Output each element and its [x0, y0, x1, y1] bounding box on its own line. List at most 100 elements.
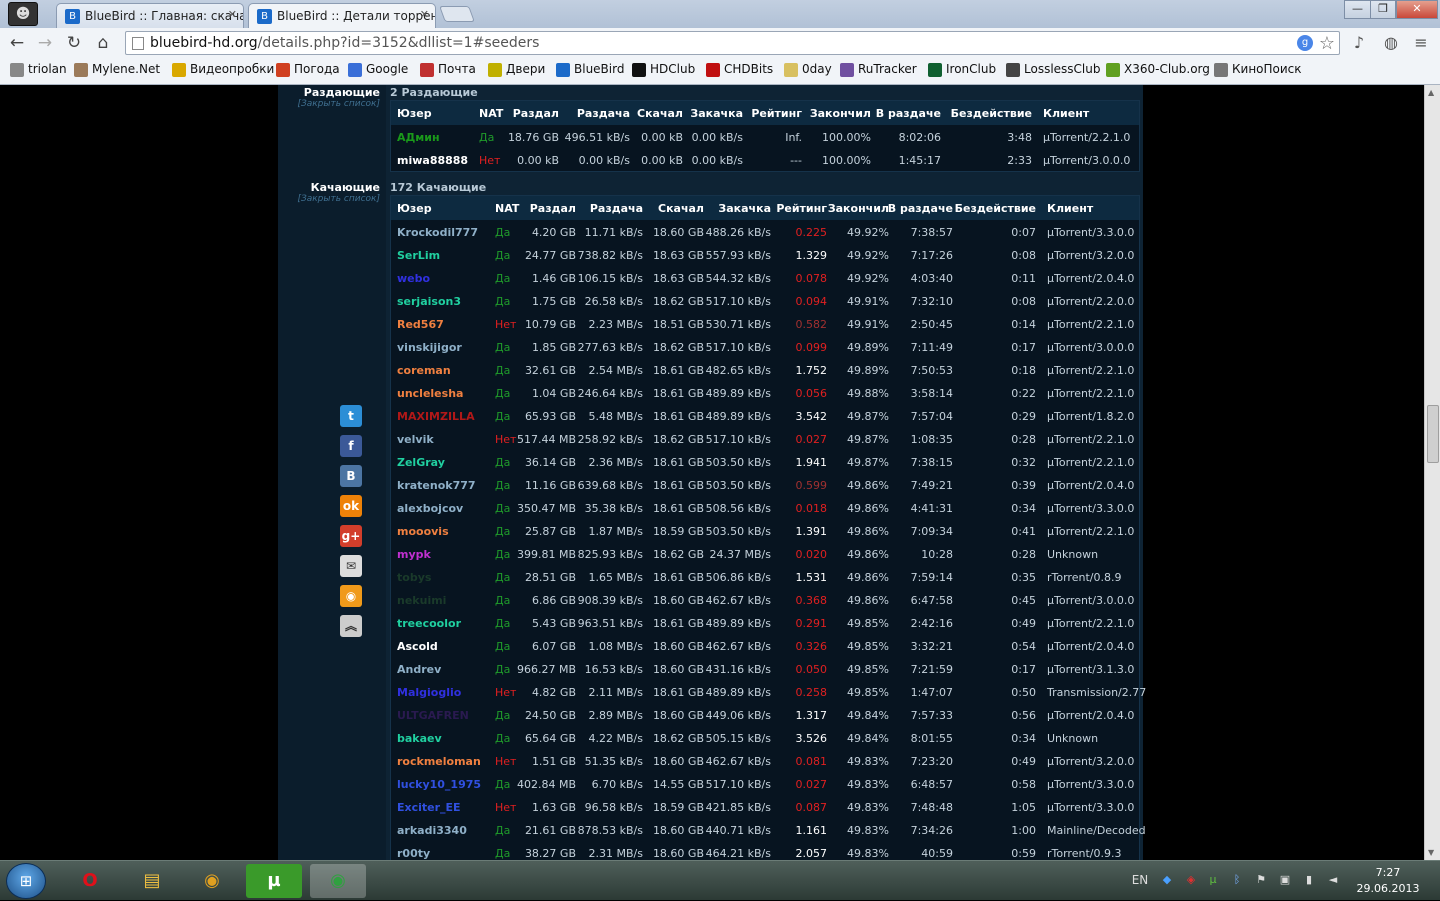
rss-icon[interactable]: ◉ [340, 585, 362, 607]
menu-icon[interactable]: ≡ [1410, 33, 1432, 53]
user-link[interactable]: Malgioglio [397, 686, 461, 699]
flag-icon[interactable]: ⚑ [1254, 873, 1268, 887]
user-link[interactable]: Exciter_EE [397, 801, 461, 814]
bookmark-3[interactable]: Погода [276, 62, 340, 80]
column-header[interactable]: Бездействие [955, 202, 1036, 215]
tab-details[interactable]: B BlueBird :: Детали торрен ✕ [248, 3, 436, 28]
column-header[interactable]: Раздача [590, 202, 643, 215]
user-link[interactable]: unclelesha [397, 387, 463, 400]
antivirus-icon[interactable]: ◈ [1184, 873, 1198, 887]
seeders-close-list-link[interactable]: [Закрыть список] [280, 99, 380, 109]
bookmark-11[interactable]: RuTracker [840, 62, 917, 80]
googleplus-icon[interactable]: g+ [340, 525, 362, 547]
bookmark-8[interactable]: HDClub [632, 62, 695, 80]
bookmark-4[interactable]: Google [348, 62, 408, 80]
bookmark-13[interactable]: LosslessClub [1006, 62, 1100, 80]
column-header[interactable]: Раздал [530, 202, 576, 215]
column-header[interactable]: Юзер [397, 202, 432, 215]
column-header[interactable]: Раздал [513, 107, 559, 120]
column-header[interactable]: Рейтинг [751, 107, 802, 120]
column-header[interactable]: NAT [479, 107, 503, 120]
bookmark-0[interactable]: triolan [10, 62, 67, 80]
close-tab-icon[interactable]: ✕ [420, 8, 429, 21]
user-link[interactable]: Red567 [397, 318, 444, 331]
column-header[interactable]: Клиент [1047, 202, 1093, 215]
profile-avatar[interactable]: ☻ [8, 2, 38, 26]
column-header[interactable]: Юзер [397, 107, 432, 120]
bookmark-15[interactable]: КиноПоиск [1214, 62, 1302, 80]
column-header[interactable]: Клиент [1043, 107, 1089, 120]
explorer-app[interactable]: ▤ [124, 864, 180, 898]
vertical-scrollbar[interactable]: ▲ ▼ [1424, 85, 1440, 860]
column-header[interactable]: Бездействие [951, 107, 1032, 120]
user-link[interactable]: АДмин [397, 131, 440, 144]
user-link[interactable]: SerLim [397, 249, 440, 262]
maximize-button[interactable]: ❐ [1370, 0, 1396, 19]
user-link[interactable]: arkadi3340 [397, 824, 467, 837]
user-link[interactable]: bakaev [397, 732, 442, 745]
user-link[interactable]: vinskijigor [397, 341, 462, 354]
language-indicator[interactable]: EN [1128, 873, 1152, 887]
scroll-top-icon[interactable]: ︽ [340, 615, 362, 637]
column-header[interactable]: Закачка [718, 202, 771, 215]
scroll-thumb[interactable] [1427, 405, 1439, 463]
user-link[interactable]: velvik [397, 433, 434, 446]
opera-app[interactable]: O [62, 864, 118, 898]
user-link[interactable]: ZelGray [397, 456, 445, 469]
bookmark-10[interactable]: 0day [784, 62, 832, 80]
column-header[interactable]: Скачал [637, 107, 683, 120]
column-header[interactable]: Закончил [828, 202, 889, 215]
bookmark-14[interactable]: X360-Club.org [1106, 62, 1210, 80]
shield-icon[interactable]: ◆ [1160, 873, 1174, 887]
user-link[interactable]: r00ty [397, 847, 430, 860]
vkontakte-icon[interactable]: B [340, 465, 362, 487]
bookmark-12[interactable]: IronClub [928, 62, 996, 80]
address-bar[interactable]: bluebird-hd.org/details.php?id=3152&dlli… [125, 31, 1340, 55]
home-button[interactable]: ⌂ [92, 32, 114, 54]
scroll-down-icon[interactable]: ▼ [1428, 848, 1434, 857]
user-link[interactable]: ULTGAFREN [397, 709, 469, 722]
globe-extension-icon[interactable]: ◍ [1380, 33, 1402, 53]
twitter-icon[interactable]: t [340, 405, 362, 427]
user-link[interactable]: Andrev [397, 663, 441, 676]
reload-button[interactable]: ↻ [63, 32, 85, 54]
user-link[interactable]: MAXIMZILLA [397, 410, 475, 423]
chrome-app[interactable]: ◉ [184, 864, 240, 898]
user-link[interactable]: Krockodil777 [397, 226, 478, 239]
column-header[interactable]: Рейтинг [776, 202, 827, 215]
user-link[interactable]: tobys [397, 571, 431, 584]
new-tab-button[interactable] [439, 6, 475, 22]
bookmark-9[interactable]: CHDBits [706, 62, 773, 80]
utorrent-app[interactable]: µ [246, 864, 302, 898]
bluetooth-icon[interactable]: ᛒ [1230, 873, 1244, 887]
user-link[interactable]: webo [397, 272, 430, 285]
user-link[interactable]: alexbojcov [397, 502, 463, 515]
close-window-button[interactable]: ✕ [1396, 0, 1438, 19]
user-link[interactable]: treecoolor [397, 617, 461, 630]
user-link[interactable]: Ascold [397, 640, 438, 653]
leechers-close-list-link[interactable]: [Закрыть список] [280, 194, 380, 204]
odnoklassniki-icon[interactable]: ok [340, 495, 362, 517]
google-search-icon[interactable]: g [1297, 35, 1313, 51]
column-header[interactable]: NAT [495, 202, 519, 215]
user-link[interactable]: lucky10_1975 [397, 778, 481, 791]
forward-button[interactable]: → [34, 32, 56, 54]
user-link[interactable]: nekuimi [397, 594, 446, 607]
minimize-button[interactable]: — [1344, 0, 1371, 19]
column-header[interactable]: Закончил [810, 107, 871, 120]
utorrent-tray-icon[interactable]: µ [1206, 873, 1220, 887]
column-header[interactable]: В раздаче [888, 202, 953, 215]
bookmark-7[interactable]: BlueBird [556, 62, 624, 80]
audio-extension-icon[interactable]: ♪ [1348, 33, 1370, 53]
user-link[interactable]: serjaison3 [397, 295, 461, 308]
close-tab-icon[interactable]: ✕ [228, 8, 237, 21]
power-icon[interactable]: ▮ [1302, 873, 1316, 887]
bookmark-1[interactable]: Mylene.Net [74, 62, 160, 80]
column-header[interactable]: В раздаче [876, 107, 941, 120]
user-link[interactable]: mooovis [397, 525, 449, 538]
email-icon[interactable]: ✉ [340, 555, 362, 577]
system-clock[interactable]: 7:27 29.06.2013 [1350, 865, 1426, 897]
bookmark-5[interactable]: Почта [420, 62, 476, 80]
user-link[interactable]: rockmeloman [397, 755, 481, 768]
chrome-active-app[interactable]: ◉ [310, 864, 366, 898]
